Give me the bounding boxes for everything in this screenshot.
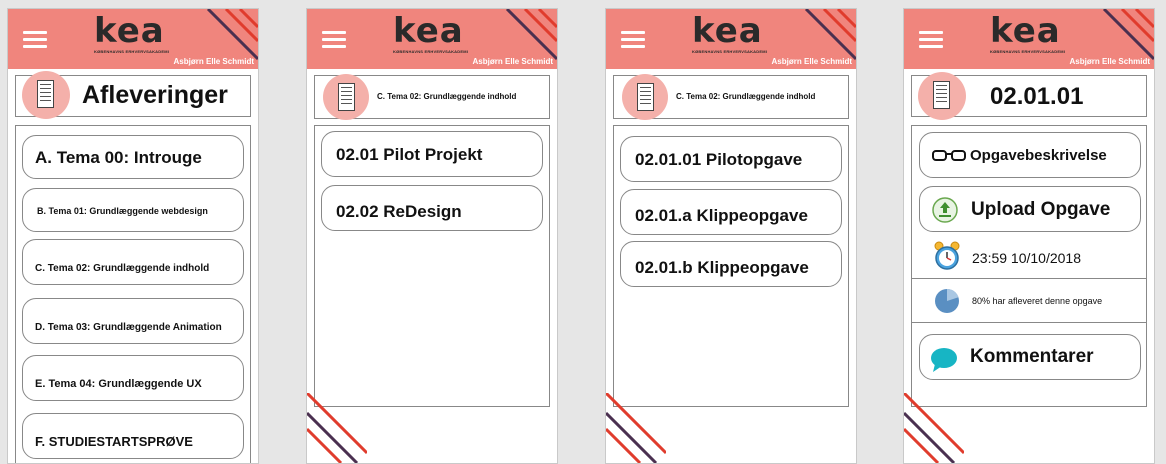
list-item-klippeopgave-a[interactable]: 02.01.a Klippeopgave <box>620 189 842 235</box>
menu-icon[interactable] <box>23 31 47 49</box>
list-item-tema-03[interactable]: D. Tema 03: Grundlæggende Animation <box>22 298 244 344</box>
page-title-box: 02.01.01 <box>911 72 1147 120</box>
progress-row: 80% har afleveret denne opgave <box>912 278 1146 323</box>
deadline-row: 23:59 10/10/2018 <box>912 238 1146 278</box>
kea-logo: KEA <box>393 11 464 51</box>
upload-icon <box>932 197 958 223</box>
menu-icon[interactable] <box>919 31 943 49</box>
menu-icon[interactable] <box>322 31 346 49</box>
alarm-clock-icon <box>934 241 960 270</box>
kea-logo-subtitle: KØBENHAVNS ERHVERVSAKADEMI <box>692 49 768 54</box>
divider <box>912 322 1146 323</box>
list-item-tema-00[interactable]: A. Tema 00: Introuge <box>22 135 244 179</box>
speech-bubble-icon <box>931 348 957 372</box>
user-name: Asbjørn Elle Schmidt <box>1069 57 1150 66</box>
list-item-pilotopgave[interactable]: 02.01.01 Pilotopgave <box>620 136 842 182</box>
document-icon <box>622 74 668 120</box>
user-name: Asbjørn Elle Schmidt <box>771 57 852 66</box>
comments-button[interactable]: Kommentarer <box>919 334 1141 380</box>
corner-stripes <box>606 393 666 463</box>
assignment-list: A. Tema 00: Introuge B. Tema 01: Grundlæ… <box>15 125 251 463</box>
kea-logo-subtitle: KØBENHAVNS ERHVERVSAKADEMI <box>393 49 469 54</box>
project-list: 02.01 Pilot Projekt 02.02 ReDesign <box>314 125 550 407</box>
corner-stripes <box>904 393 964 463</box>
kea-logo: KEA <box>692 11 763 51</box>
list-item-redesign[interactable]: 02.02 ReDesign <box>321 185 543 231</box>
page-title: C. Tema 02: Grundlæggende indhold <box>377 92 517 101</box>
kea-logo-subtitle: KØBENHAVNS ERHVERVSAKADEMI <box>990 49 1066 54</box>
pie-chart-icon <box>935 289 959 313</box>
document-icon <box>323 74 369 120</box>
description-button[interactable]: Opgavebeskrivelse <box>919 132 1141 178</box>
list-item-studiestartsprove[interactable]: F. STUDIESTARTSPRØVE <box>22 413 244 459</box>
assignment-task-list: 02.01.01 Pilotopgave 02.01.a Klippeopgav… <box>613 125 849 407</box>
screen-02-01-01-detail: KEA KØBENHAVNS ERHVERVSAKADEMI Asbjørn E… <box>903 8 1155 464</box>
list-item-klippeopgave-b[interactable]: 02.01.b Klippeopgave <box>620 241 842 287</box>
document-icon <box>22 71 70 119</box>
user-name: Asbjørn Elle Schmidt <box>173 57 254 66</box>
upload-button[interactable]: Upload Opgave <box>919 186 1141 232</box>
list-item-pilot-projekt[interactable]: 02.01 Pilot Projekt <box>321 131 543 177</box>
page-title: C. Tema 02: Grundlæggende indhold <box>676 92 816 101</box>
glasses-icon <box>932 150 966 161</box>
page-title: 02.01.01 <box>990 83 1084 110</box>
page-title-box: C. Tema 02: Grundlæggende indhold <box>613 74 849 120</box>
deadline-text: 23:59 10/10/2018 <box>972 250 1081 266</box>
kea-logo-subtitle: KØBENHAVNS ERHVERVSAKADEMI <box>94 49 170 54</box>
comments-label: Kommentarer <box>970 346 1094 367</box>
screen-tema-02: KEA KØBENHAVNS ERHVERVSAKADEMI Asbjørn E… <box>306 8 558 464</box>
kea-logo: KEA <box>94 11 165 51</box>
list-item-tema-04[interactable]: E. Tema 04: Grundlæggende UX <box>22 355 244 401</box>
app-header: KEA KØBENHAVNS ERHVERVSAKADEMI Asbjørn E… <box>307 9 557 69</box>
page-title-box: C. Tema 02: Grundlæggende indhold <box>314 74 550 120</box>
page-title-box: Afleveringer <box>15 71 251 119</box>
progress-text: 80% har afleveret denne opgave <box>972 296 1103 306</box>
app-header: KEA KØBENHAVNS ERHVERVSAKADEMI Asbjørn E… <box>8 9 258 69</box>
upload-label: Upload Opgave <box>971 199 1111 220</box>
corner-stripes <box>307 393 367 463</box>
page-title: Afleveringer <box>82 81 228 109</box>
app-header: KEA KØBENHAVNS ERHVERVSAKADEMI Asbjørn E… <box>904 9 1154 69</box>
list-item-tema-02[interactable]: C. Tema 02: Grundlæggende indhold <box>22 239 244 285</box>
screen-02-01: KEA KØBENHAVNS ERHVERVSAKADEMI Asbjørn E… <box>605 8 857 464</box>
app-header: KEA KØBENHAVNS ERHVERVSAKADEMI Asbjørn E… <box>606 9 856 69</box>
kea-logo: KEA <box>990 11 1061 51</box>
assignment-detail: Opgavebeskrivelse Upload Opgave 23:59 10… <box>911 125 1147 407</box>
screen-afleveringer: KEA KØBENHAVNS ERHVERVSAKADEMI Asbjørn E… <box>7 8 259 464</box>
list-item-tema-01[interactable]: B. Tema 01: Grundlæggende webdesign <box>22 188 244 232</box>
menu-icon[interactable] <box>621 31 645 49</box>
user-name: Asbjørn Elle Schmidt <box>472 57 553 66</box>
description-label: Opgavebeskrivelse <box>970 147 1107 164</box>
document-icon <box>918 72 966 120</box>
